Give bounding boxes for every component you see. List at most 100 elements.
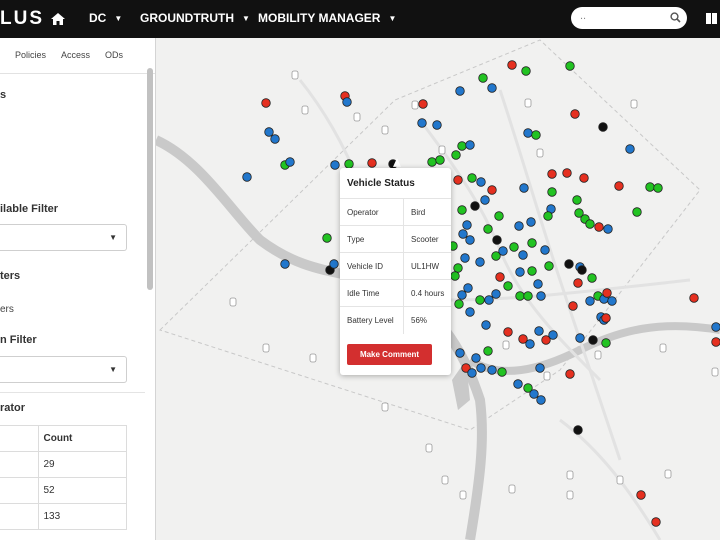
vehicle-marker[interactable] xyxy=(536,291,546,301)
vehicle-marker[interactable] xyxy=(497,367,507,377)
vehicle-marker[interactable] xyxy=(491,289,501,299)
vehicle-marker[interactable] xyxy=(572,195,582,205)
groundtruth-dropdown[interactable]: GROUNDTRUTH ▼ xyxy=(140,0,250,38)
vehicle-marker[interactable] xyxy=(483,224,493,234)
vehicle-marker[interactable] xyxy=(509,242,519,252)
vehicle-marker[interactable] xyxy=(645,182,655,192)
vehicle-marker[interactable] xyxy=(462,220,472,230)
tab-policies[interactable]: Policies xyxy=(15,50,46,60)
vehicle-marker[interactable] xyxy=(573,425,583,435)
vehicle-marker[interactable] xyxy=(329,259,339,269)
vehicle-marker[interactable] xyxy=(570,109,580,119)
vehicle-marker[interactable] xyxy=(280,259,290,269)
vehicle-marker[interactable] xyxy=(531,130,541,140)
vehicle-marker[interactable] xyxy=(487,365,497,375)
vehicle-marker[interactable] xyxy=(451,150,461,160)
vehicle-marker[interactable] xyxy=(601,313,611,323)
vehicle-marker[interactable] xyxy=(453,263,463,273)
mobility-manager-dropdown[interactable]: MOBILITY MANAGER ▼ xyxy=(258,0,396,38)
vehicle-marker[interactable] xyxy=(330,160,340,170)
vehicle-marker[interactable] xyxy=(535,363,545,373)
vehicle-marker[interactable] xyxy=(614,181,624,191)
vehicle-marker[interactable] xyxy=(465,140,475,150)
vehicle-marker[interactable] xyxy=(487,83,497,93)
vehicle-marker[interactable] xyxy=(478,73,488,83)
vehicle-marker[interactable] xyxy=(518,334,528,344)
vehicle-marker[interactable] xyxy=(453,175,463,185)
vehicle-marker[interactable] xyxy=(476,363,486,373)
vehicle-marker[interactable] xyxy=(492,235,502,245)
vehicle-marker[interactable] xyxy=(427,157,437,167)
vehicle-marker[interactable] xyxy=(689,293,699,303)
vehicle-marker[interactable] xyxy=(543,211,553,221)
vehicle-marker[interactable] xyxy=(579,173,589,183)
vehicle-marker[interactable] xyxy=(322,233,332,243)
vehicle-marker[interactable] xyxy=(521,66,531,76)
vehicle-marker[interactable] xyxy=(594,222,604,232)
vehicle-marker[interactable] xyxy=(636,490,646,500)
vehicle-marker[interactable] xyxy=(457,290,467,300)
vehicle-marker[interactable] xyxy=(575,333,585,343)
vehicle-marker[interactable] xyxy=(544,261,554,271)
vehicle-marker[interactable] xyxy=(573,278,583,288)
vehicle-marker[interactable] xyxy=(344,159,354,169)
available-filter-select[interactable]: ▼ xyxy=(0,224,127,251)
vehicle-marker[interactable] xyxy=(261,98,271,108)
vehicle-marker[interactable] xyxy=(625,144,635,154)
vehicle-marker[interactable] xyxy=(577,265,587,275)
vehicle-marker[interactable] xyxy=(285,157,295,167)
vehicle-marker[interactable] xyxy=(523,291,533,301)
vehicle-marker[interactable] xyxy=(418,99,428,109)
search-icon[interactable] xyxy=(670,12,681,23)
vehicle-marker[interactable] xyxy=(475,295,485,305)
book-icon[interactable] xyxy=(706,12,717,25)
vehicle-marker[interactable] xyxy=(526,217,536,227)
vehicle-marker[interactable] xyxy=(603,224,613,234)
vehicle-marker[interactable] xyxy=(527,238,537,248)
vehicle-marker[interactable] xyxy=(242,172,252,182)
vehicle-marker[interactable] xyxy=(568,301,578,311)
vehicle-marker[interactable] xyxy=(475,257,485,267)
vehicle-marker[interactable] xyxy=(534,326,544,336)
vehicle-marker[interactable] xyxy=(470,201,480,211)
make-comment-button[interactable]: Make Comment xyxy=(347,344,432,365)
vehicle-marker[interactable] xyxy=(491,251,501,261)
vehicle-marker[interactable] xyxy=(598,122,608,132)
vehicle-marker[interactable] xyxy=(527,266,537,276)
vehicle-marker[interactable] xyxy=(514,221,524,231)
vehicle-marker[interactable] xyxy=(264,127,274,137)
vehicle-marker[interactable] xyxy=(533,279,543,289)
vehicle-marker[interactable] xyxy=(632,207,642,217)
location-filter-select[interactable]: ▼ xyxy=(0,356,127,383)
vehicle-marker[interactable] xyxy=(585,296,595,306)
vehicle-marker[interactable] xyxy=(432,120,442,130)
vehicle-marker[interactable] xyxy=(270,134,280,144)
vehicle-marker[interactable] xyxy=(483,346,493,356)
vehicle-marker[interactable] xyxy=(711,337,720,347)
vehicle-marker[interactable] xyxy=(495,272,505,282)
vehicle-marker[interactable] xyxy=(602,288,612,298)
tab-access[interactable]: Access xyxy=(61,50,90,60)
vehicle-marker[interactable] xyxy=(484,295,494,305)
vehicle-marker[interactable] xyxy=(417,118,427,128)
vehicle-marker[interactable] xyxy=(565,61,575,71)
vehicle-marker[interactable] xyxy=(587,273,597,283)
vehicle-marker[interactable] xyxy=(523,128,533,138)
vehicle-marker[interactable] xyxy=(547,187,557,197)
vehicle-marker[interactable] xyxy=(588,335,598,345)
vehicle-marker[interactable] xyxy=(601,338,611,348)
vehicle-marker[interactable] xyxy=(455,348,465,358)
vehicle-marker[interactable] xyxy=(494,211,504,221)
vehicle-marker[interactable] xyxy=(435,155,445,165)
vehicle-marker[interactable] xyxy=(455,86,465,96)
vehicle-marker[interactable] xyxy=(515,267,525,277)
city-dropdown[interactable]: DC ▼ xyxy=(89,0,122,38)
vehicle-marker[interactable] xyxy=(565,369,575,379)
vehicle-marker[interactable] xyxy=(480,195,490,205)
vehicle-marker[interactable] xyxy=(503,281,513,291)
vehicle-marker[interactable] xyxy=(585,219,595,229)
vehicle-marker[interactable] xyxy=(467,368,477,378)
vehicle-marker[interactable] xyxy=(503,327,513,337)
vehicle-marker[interactable] xyxy=(518,250,528,260)
vehicle-marker[interactable] xyxy=(463,283,473,293)
